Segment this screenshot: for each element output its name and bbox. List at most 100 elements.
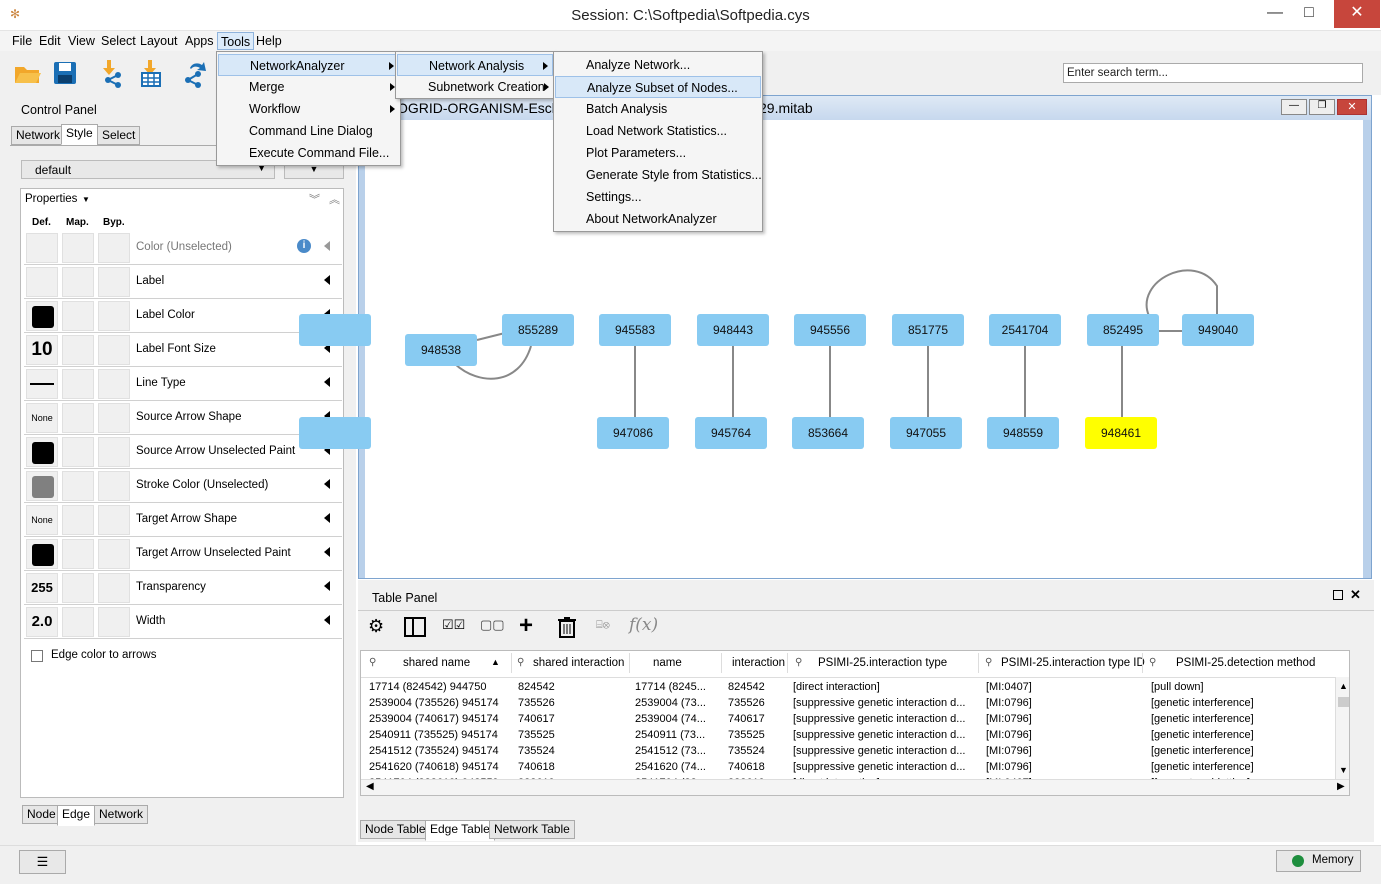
- table-cell[interactable]: 2539004 (74...: [635, 713, 706, 725]
- tab-network-table[interactable]: Network Table: [489, 820, 575, 839]
- table-cell[interactable]: 17714 (8245...: [635, 681, 706, 693]
- network-node[interactable]: 2541704: [989, 314, 1061, 346]
- table-cell[interactable]: 735524: [728, 745, 765, 757]
- network-node[interactable]: 945764: [695, 417, 767, 449]
- table-cell[interactable]: 824542: [518, 681, 555, 693]
- table-cell[interactable]: 2541620 (74...: [635, 761, 706, 773]
- scroll-thumb[interactable]: [1338, 697, 1349, 707]
- property-row[interactable]: Source Arrow Unselected Paint: [24, 435, 342, 469]
- property-row[interactable]: None Target Arrow Shape: [24, 503, 342, 537]
- table-cell[interactable]: 740617: [728, 713, 765, 725]
- network-node[interactable]: 855289: [502, 314, 574, 346]
- tab-network-style[interactable]: Network: [94, 805, 149, 824]
- vertical-scrollbar[interactable]: ▲ ▼: [1335, 677, 1349, 779]
- save-icon[interactable]: [50, 58, 80, 88]
- menu-file[interactable]: File: [9, 32, 35, 50]
- menu-batch-analysis[interactable]: Batch Analysis: [555, 98, 761, 120]
- network-view-window[interactable]: OGRID-ORGANISM-Esch 29.mitab — ❐ ✕ 94853…: [299, 95, 1372, 579]
- table-cell[interactable]: [MI:0796]: [986, 745, 1032, 757]
- expand-arrow-icon[interactable]: [324, 615, 330, 625]
- open-folder-icon[interactable]: [12, 58, 42, 88]
- network-node[interactable]: 947055: [890, 417, 962, 449]
- network-node[interactable]: 851775: [892, 314, 964, 346]
- table-cell[interactable]: 2541512 (73...: [635, 745, 706, 757]
- property-row[interactable]: Stroke Color (Unselected): [24, 469, 342, 503]
- table-cell[interactable]: 2540911 (73...: [635, 729, 705, 741]
- expand-all-icon[interactable]: ︽: [329, 191, 340, 207]
- table-cell[interactable]: [suppressive genetic interaction d...: [793, 713, 965, 725]
- table-cell[interactable]: [genetic interference]: [1151, 729, 1254, 741]
- edge-arrows-checkbox[interactable]: [31, 650, 43, 662]
- menu-load-network-statistics[interactable]: Load Network Statistics...: [555, 120, 761, 142]
- import-table-icon[interactable]: [136, 58, 166, 88]
- edge-table[interactable]: ⚲ shared name ▲ ⚲ shared interaction nam…: [360, 650, 1350, 796]
- tab-edge-table[interactable]: Edge Table: [425, 820, 495, 841]
- menu-select[interactable]: Select: [98, 32, 139, 50]
- table-cell[interactable]: 17714 (824542) 944750: [369, 681, 486, 693]
- property-row[interactable]: Color (Unselected) i: [24, 231, 342, 265]
- table-cell[interactable]: [MI:0796]: [986, 729, 1032, 741]
- network-node[interactable]: 948443: [697, 314, 769, 346]
- share-network-icon[interactable]: [180, 58, 210, 88]
- menu-execute-command-file[interactable]: Execute Command File...: [218, 142, 399, 164]
- menu-analyze-network[interactable]: Analyze Network...: [555, 54, 761, 76]
- menu-merge[interactable]: Merge: [218, 76, 399, 98]
- table-cell[interactable]: 2539004 (740617) 945174: [369, 713, 499, 725]
- menu-network-analysis[interactable]: Network Analysis: [397, 54, 553, 76]
- column-header[interactable]: PSIMI-25.interaction type: [818, 657, 947, 669]
- menu-about-networkanalyzer[interactable]: About NetworkAnalyzer: [555, 208, 761, 230]
- expand-arrow-icon[interactable]: [324, 513, 330, 523]
- gear-icon[interactable]: ⚙: [368, 616, 384, 637]
- column-header[interactable]: PSIMI-25.interaction type ID: [1001, 657, 1145, 669]
- table-cell[interactable]: [MI:0407]: [986, 681, 1032, 693]
- table-cell[interactable]: 735524: [518, 745, 555, 757]
- expand-arrow-icon[interactable]: [324, 275, 330, 285]
- trash-icon[interactable]: [558, 616, 576, 638]
- selected-network-node[interactable]: 948461: [1085, 417, 1157, 449]
- table-cell[interactable]: 2541512 (735524) 945174: [369, 745, 499, 757]
- tab-node-table[interactable]: Node Table: [360, 820, 431, 839]
- tab-node[interactable]: Node: [22, 805, 61, 824]
- task-list-button[interactable]: ☰: [19, 850, 66, 874]
- network-node[interactable]: 947086: [597, 417, 669, 449]
- default-value[interactable]: [26, 233, 58, 263]
- table-cell[interactable]: 735525: [518, 729, 555, 741]
- column-header[interactable]: shared interaction: [533, 657, 624, 669]
- add-column-icon[interactable]: +: [519, 612, 533, 640]
- table-cell[interactable]: [MI:0796]: [986, 761, 1032, 773]
- column-header[interactable]: name: [653, 657, 682, 669]
- menu-workflow[interactable]: Workflow: [218, 98, 399, 120]
- menu-networkanalyzer[interactable]: NetworkAnalyzer: [218, 54, 399, 76]
- columns-icon[interactable]: [404, 617, 426, 637]
- network-node[interactable]: 945556: [794, 314, 866, 346]
- table-cell[interactable]: [genetic interference]: [1151, 713, 1254, 725]
- property-row[interactable]: 2.0 Width: [24, 605, 342, 639]
- table-cell[interactable]: 824542: [728, 681, 765, 693]
- table-cell[interactable]: 2540911 (735525) 945174: [369, 729, 498, 741]
- tab-style[interactable]: Style: [61, 124, 98, 145]
- table-cell[interactable]: [genetic interference]: [1151, 745, 1254, 757]
- table-cell[interactable]: [suppressive genetic interaction d...: [793, 729, 965, 741]
- table-cell[interactable]: [suppressive genetic interaction d...: [793, 761, 965, 773]
- property-row[interactable]: None Source Arrow Shape: [24, 401, 342, 435]
- expand-arrow-icon[interactable]: [324, 581, 330, 591]
- property-row[interactable]: Target Arrow Unselected Paint: [24, 537, 342, 571]
- table-cell[interactable]: 740618: [728, 761, 765, 773]
- table-cell[interactable]: [MI:0796]: [986, 697, 1032, 709]
- menu-help[interactable]: Help: [253, 32, 285, 50]
- node-partial[interactable]: [299, 417, 371, 449]
- table-cell[interactable]: 2541620 (740618) 945174: [369, 761, 499, 773]
- deselect-all-icon[interactable]: ▢▢: [480, 617, 505, 633]
- table-cell[interactable]: 2539004 (73...: [635, 697, 706, 709]
- node-partial[interactable]: [299, 314, 371, 346]
- bypass-value[interactable]: [98, 233, 130, 263]
- table-cell[interactable]: [direct interaction]: [793, 681, 880, 693]
- property-row[interactable]: Label Color: [24, 299, 342, 333]
- table-cell[interactable]: 740617: [518, 713, 555, 725]
- horizontal-scrollbar[interactable]: ◀ ▶: [361, 779, 1349, 795]
- property-row[interactable]: Label: [24, 265, 342, 299]
- network-node[interactable]: 945583: [599, 314, 671, 346]
- table-cell[interactable]: [genetic interference]: [1151, 697, 1254, 709]
- menu-command-line-dialog[interactable]: Command Line Dialog: [218, 120, 399, 142]
- column-header[interactable]: interaction: [732, 657, 785, 669]
